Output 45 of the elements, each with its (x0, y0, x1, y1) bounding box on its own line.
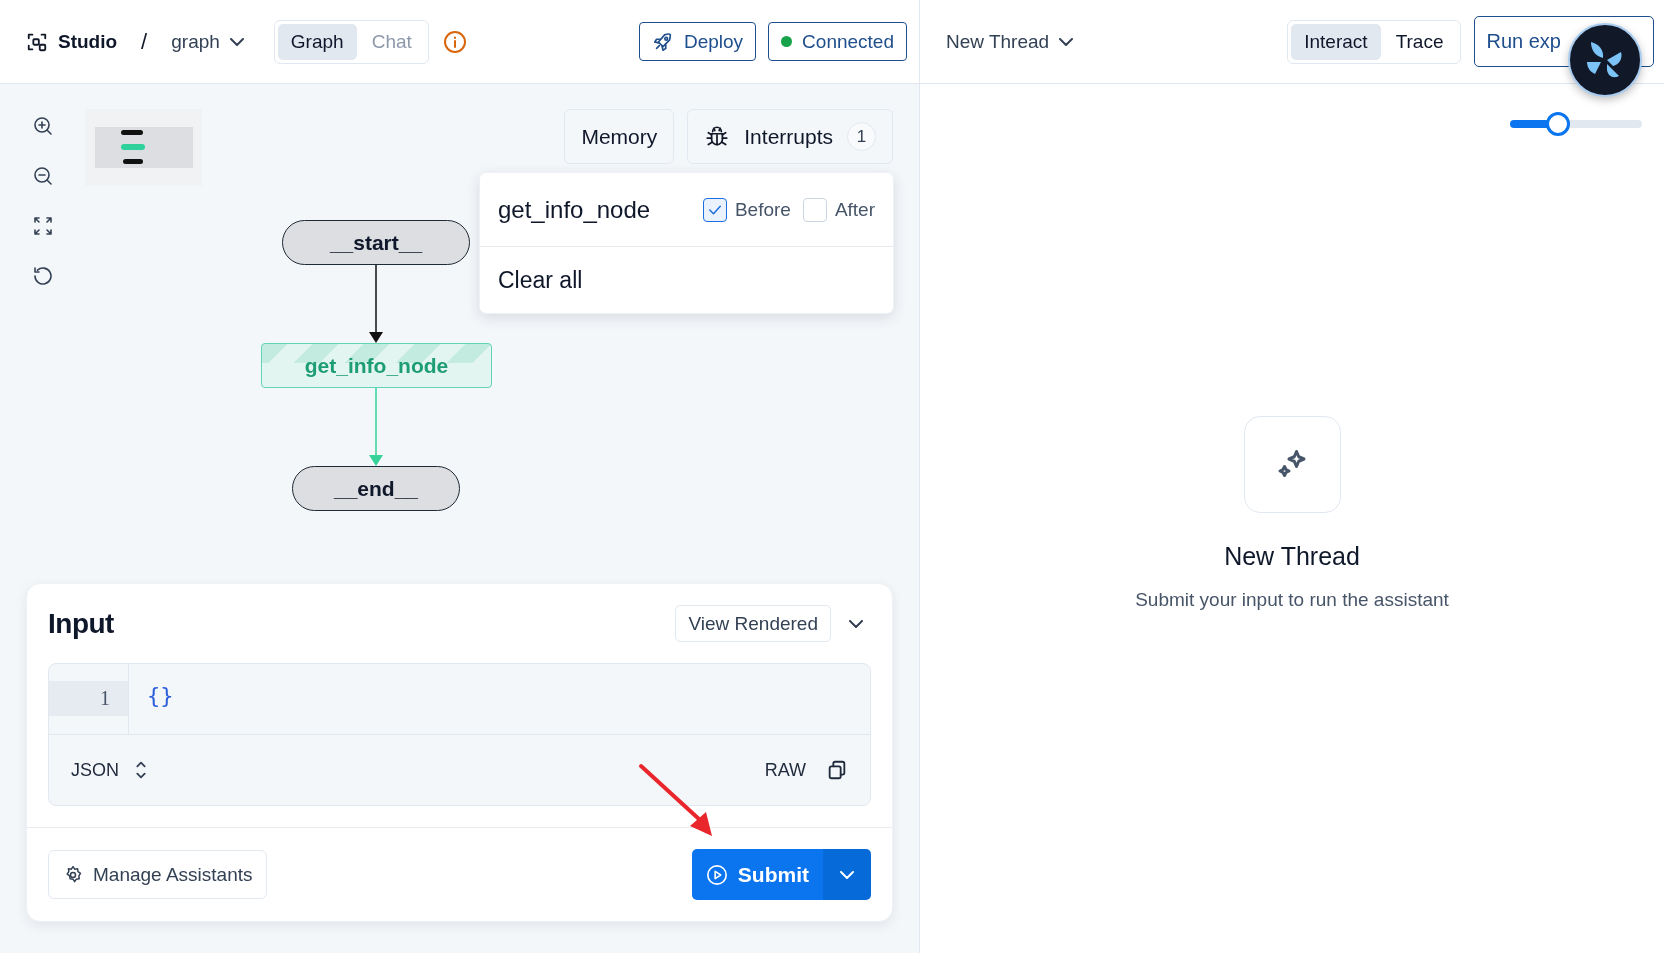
app-name: Studio (58, 30, 118, 53)
manage-assistants-button[interactable]: Manage Assistants (48, 850, 268, 899)
empty-state-message: Submit your input to run the assistant (1135, 589, 1449, 611)
empty-state-title: New Thread (1224, 542, 1360, 571)
code-editor[interactable]: 1 {} JSON RAW (48, 663, 871, 806)
line-number: 1 (49, 681, 128, 716)
interrupts-button[interactable]: Interrupts 1 (687, 109, 893, 164)
node-name: get_info_node (498, 195, 652, 224)
breadcrumb-separator: / (141, 28, 148, 55)
play-icon (705, 863, 728, 886)
checkbox-label: Before (734, 198, 791, 221)
fit-view-icon[interactable] (31, 214, 55, 238)
chevron-down-icon (1059, 37, 1074, 46)
code-line: {} (146, 682, 174, 708)
checkbox-label: After (834, 198, 875, 221)
count-badge: 1 (847, 122, 876, 151)
view-rendered-button[interactable]: View Rendered (675, 605, 831, 642)
graph-node[interactable]: __start__ (282, 220, 470, 265)
chevron-down-icon (840, 870, 854, 879)
copy-icon[interactable] (826, 759, 848, 781)
zoom-in-icon[interactable] (31, 114, 55, 138)
mode-tab[interactable]: Trace (1382, 23, 1457, 60)
panel-title: Input (48, 607, 115, 640)
deploy-button[interactable]: Deploy (638, 22, 757, 61)
clear-all-item[interactable]: Clear all (480, 247, 893, 313)
info-icon[interactable] (442, 29, 467, 54)
mode-label: RAW (764, 759, 806, 781)
zoom-out-icon[interactable] (31, 164, 55, 188)
submit-options-button[interactable] (823, 849, 871, 900)
chevron-down-icon (229, 37, 244, 46)
submit-button[interactable]: Submit (691, 849, 823, 900)
format-selector[interactable]: JSON (71, 759, 149, 781)
rocket-icon (651, 30, 674, 53)
reset-icon[interactable] (31, 264, 55, 288)
checkbox[interactable] (702, 197, 727, 222)
view-tab[interactable]: Graph (277, 23, 357, 60)
chevron-up-down-icon (133, 759, 149, 781)
chevron-down-icon[interactable] (849, 619, 863, 628)
slider-thumb[interactable] (1545, 112, 1570, 136)
graph-node[interactable]: __end__ (292, 466, 460, 511)
thread-selector[interactable]: New Thread (946, 30, 1074, 53)
graph-selector[interactable]: graph (171, 30, 244, 53)
memory-button[interactable]: Memory (564, 109, 675, 164)
mode-tab[interactable]: Interact (1291, 23, 1381, 60)
connection-status-button[interactable]: Connected (768, 22, 907, 61)
